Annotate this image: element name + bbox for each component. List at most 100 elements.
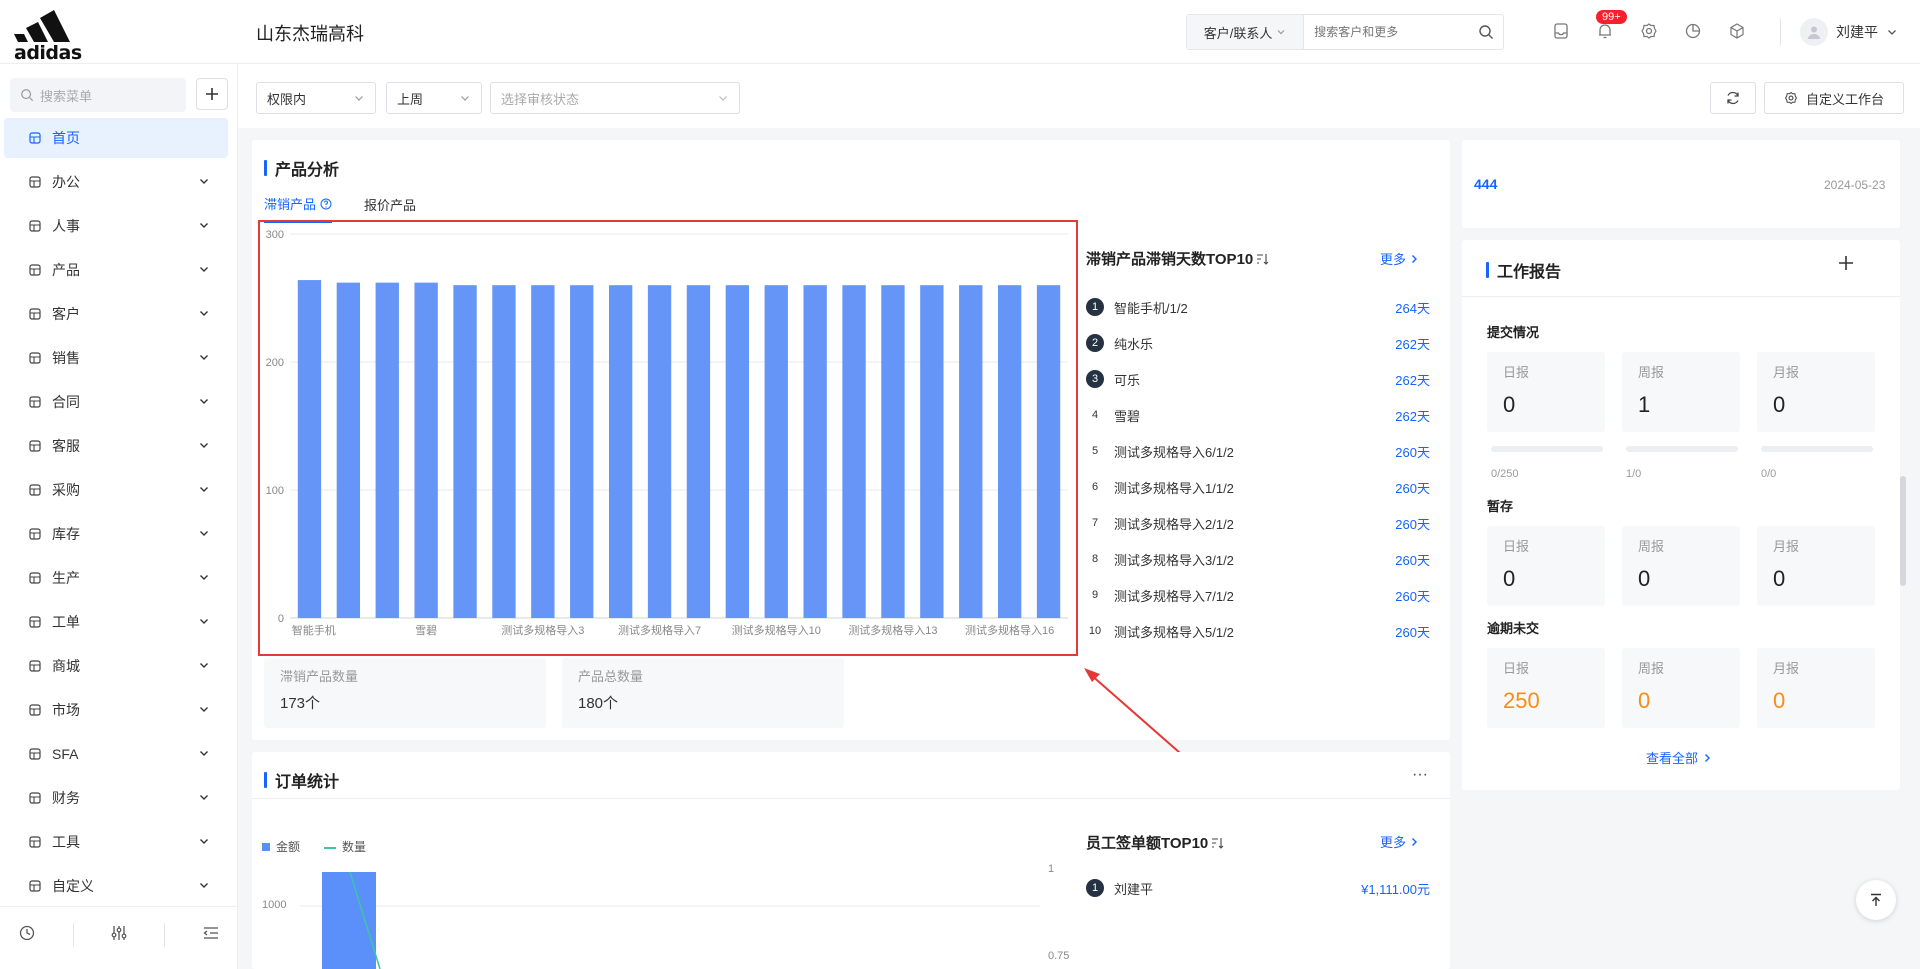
sidebar-item-10[interactable]: 生产	[4, 558, 228, 598]
period-select[interactable]: 上周	[386, 82, 482, 114]
history-button[interactable]	[18, 924, 36, 945]
list-item[interactable]: 8 测试多规格导入3/1/2 260天	[1086, 541, 1430, 577]
order-menu-button[interactable]: ···	[1412, 766, 1428, 784]
company-name[interactable]: 山东杰瑞高科	[256, 20, 364, 46]
chart-bar[interactable]	[959, 285, 983, 618]
list-item[interactable]: 2 纯水乐 262天	[1086, 325, 1430, 361]
chart-bar[interactable]	[647, 285, 672, 618]
sidebar-item-2[interactable]: 人事	[4, 206, 228, 246]
audit-status-select[interactable]: 选择审核状态	[490, 82, 740, 114]
page-scrollbar[interactable]	[1900, 476, 1906, 586]
chevron-down-icon	[200, 707, 208, 712]
overdue-stat-box[interactable]: 月报 0	[1757, 648, 1875, 728]
sidebar-item-14[interactable]: SFA	[4, 734, 228, 774]
chart-bar[interactable]	[920, 285, 944, 618]
submitted-stat-box[interactable]: 日报 0	[1487, 352, 1605, 432]
sidebar-item-16[interactable]: 工具	[4, 822, 228, 862]
chart-bar[interactable]	[842, 285, 866, 618]
sidebar-item-3[interactable]: 产品	[4, 250, 228, 290]
chart-bar[interactable]	[608, 285, 633, 618]
chart-bar[interactable]	[803, 285, 827, 618]
draft-stat-box[interactable]: 周报 0	[1622, 526, 1740, 606]
order-amount-bar[interactable]	[322, 872, 376, 969]
sidebar-item-1[interactable]: 办公	[4, 162, 228, 202]
sales-ranking-title[interactable]: 员工签单额TOP10	[1086, 832, 1224, 853]
overdue-stat-box[interactable]: 周报 0	[1622, 648, 1740, 728]
unsold-more-link[interactable]: 更多	[1380, 249, 1419, 268]
chart-bar[interactable]	[764, 285, 788, 618]
list-item[interactable]: 5 测试多规格导入6/1/2 260天	[1086, 433, 1430, 469]
tab-quoted-products[interactable]: 报价产品	[364, 194, 416, 223]
list-item[interactable]: 7 测试多规格导入2/1/2 260天	[1086, 505, 1430, 541]
brand-logo[interactable]: adidas	[14, 8, 90, 64]
menu-search[interactable]: 搜索菜单	[10, 78, 186, 112]
scope-select[interactable]: 权限内	[256, 82, 376, 114]
search-input[interactable]	[1304, 25, 1470, 39]
stat-value: 173个	[280, 695, 321, 712]
add-report-button[interactable]	[1838, 252, 1854, 276]
list-item[interactable]: 3 可乐 262天	[1086, 361, 1430, 397]
analytics-button[interactable]	[1680, 16, 1706, 46]
collapse-sidebar-button[interactable]	[202, 924, 220, 945]
package-button[interactable]	[1724, 16, 1750, 46]
settings-button[interactable]	[1636, 16, 1662, 46]
sidebar-item-7[interactable]: 客服	[4, 426, 228, 466]
tab-unsold-products[interactable]: 滞销产品	[264, 194, 333, 223]
back-to-top-button[interactable]	[1856, 880, 1896, 920]
customize-workbench-button[interactable]: 自定义工作台	[1764, 82, 1904, 114]
sidebar-item-15[interactable]: 财务	[4, 778, 228, 818]
unsold-ranking-title[interactable]: 滞销产品滞销天数TOP10	[1086, 248, 1269, 269]
sidebar-item-6[interactable]: 合同	[4, 382, 228, 422]
recent-item-link[interactable]: 444	[1474, 176, 1497, 192]
chart-bar[interactable]	[336, 282, 361, 618]
sidebar: 搜索菜单 首页 办公 人事 产品 客户 销售 合同 客服 采购 库存 生产 工单 商城 市场 SFA 财务 工具…	[0, 64, 238, 969]
sidebar-item-8[interactable]: 采购	[4, 470, 228, 510]
sidebar-item-17[interactable]: 自定义	[4, 866, 228, 906]
refresh-button[interactable]	[1710, 82, 1756, 114]
rank-value: 260天	[1395, 624, 1430, 640]
list-item[interactable]: 9 测试多规格导入7/1/2 260天	[1086, 577, 1430, 613]
user-menu[interactable]: 刘建平	[1800, 18, 1898, 46]
sidebar-item-5[interactable]: 销售	[4, 338, 228, 378]
bell-icon	[1599, 24, 1611, 39]
chart-bar[interactable]	[453, 285, 477, 618]
chart-bar[interactable]	[686, 285, 711, 618]
sidebar-item-0[interactable]: 首页	[4, 118, 228, 158]
legend-quantity[interactable]: 数量	[324, 838, 366, 855]
overdue-stat-box[interactable]: 日报 250	[1487, 648, 1605, 728]
draft-stat-box[interactable]: 日报 0	[1487, 526, 1605, 606]
chart-bar[interactable]	[531, 285, 555, 618]
help-icon[interactable]	[320, 198, 332, 210]
legend-amount[interactable]: 金额	[262, 838, 300, 855]
list-item[interactable]: 1 刘建平 ¥1,111.00元	[1086, 870, 1430, 906]
chart-bar[interactable]	[725, 285, 750, 618]
list-item[interactable]: 1 智能手机/1/2 264天	[1086, 289, 1430, 325]
notification-button[interactable]: 99+	[1592, 10, 1627, 46]
list-item[interactable]: 6 测试多规格导入1/1/2 260天	[1086, 469, 1430, 505]
chart-bar[interactable]	[881, 285, 905, 618]
sidebar-item-4[interactable]: 客户	[4, 294, 228, 334]
submitted-stat-box[interactable]: 周报 1	[1622, 352, 1740, 432]
filter-settings-button[interactable]	[110, 924, 128, 945]
list-item[interactable]: 10 测试多规格导入5/1/2 260天	[1086, 613, 1430, 649]
view-all-link[interactable]: 查看全部	[1646, 748, 1712, 767]
inbox-button[interactable]	[1548, 16, 1574, 46]
sidebar-item-13[interactable]: 市场	[4, 690, 228, 730]
chart-bar[interactable]	[570, 285, 594, 618]
list-item[interactable]: 4 雪碧 262天	[1086, 397, 1430, 433]
search-button[interactable]	[1469, 24, 1503, 40]
sidebar-item-9[interactable]: 库存	[4, 514, 228, 554]
submitted-stat-box[interactable]: 月报 0	[1757, 352, 1875, 432]
chart-bar[interactable]	[1036, 285, 1061, 618]
sidebar-item-12[interactable]: 商城	[4, 646, 228, 686]
chart-bar[interactable]	[414, 282, 438, 618]
draft-stat-box[interactable]: 月报 0	[1757, 526, 1875, 606]
search-type-select[interactable]: 客户/联系人	[1187, 15, 1305, 49]
sidebar-item-11[interactable]: 工单	[4, 602, 228, 642]
chart-bar[interactable]	[375, 282, 399, 618]
chart-bar[interactable]	[297, 280, 322, 618]
sales-more-link[interactable]: 更多	[1380, 832, 1419, 851]
chart-bar[interactable]	[492, 285, 516, 618]
menu-add-button[interactable]	[196, 78, 228, 110]
chart-bar[interactable]	[997, 285, 1022, 618]
